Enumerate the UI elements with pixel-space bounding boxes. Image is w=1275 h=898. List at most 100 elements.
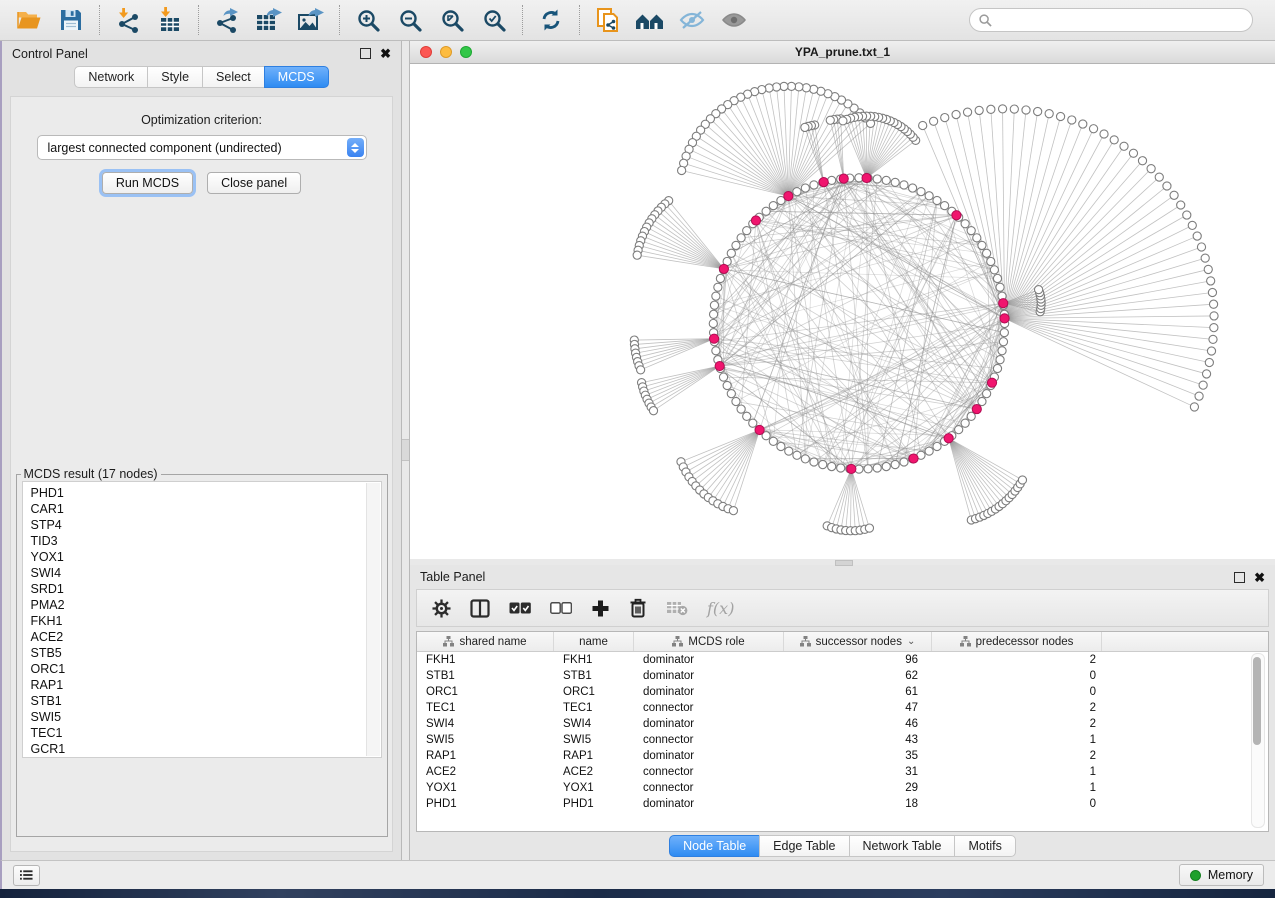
list-item[interactable]: PMA2 bbox=[31, 597, 381, 613]
table-row[interactable]: SWI5SWI5connector431 bbox=[417, 732, 1268, 748]
splitter-grip[interactable] bbox=[402, 439, 409, 461]
export-network-icon[interactable] bbox=[206, 3, 248, 37]
export-arrow-icon bbox=[224, 8, 239, 16]
list-item[interactable]: CAR1 bbox=[31, 501, 381, 517]
list-item[interactable]: FKH1 bbox=[31, 613, 381, 629]
add-column-icon[interactable] bbox=[591, 599, 610, 618]
control-panel-header: Control Panel ✖ bbox=[2, 41, 401, 66]
list-item[interactable]: GCR1 bbox=[31, 741, 381, 757]
tab-node-table[interactable]: Node Table bbox=[669, 835, 760, 857]
run-mcds-button[interactable]: Run MCDS bbox=[102, 172, 193, 194]
horizontal-splitter[interactable] bbox=[410, 559, 1275, 565]
tab-network[interactable]: Network bbox=[74, 66, 148, 88]
close-panel-icon[interactable]: ✖ bbox=[1254, 571, 1265, 584]
hide-selected-icon[interactable] bbox=[671, 3, 713, 37]
list-item[interactable]: TEC1 bbox=[31, 725, 381, 741]
zoom-out-icon[interactable] bbox=[389, 3, 431, 37]
import-table-icon[interactable] bbox=[149, 3, 191, 37]
refresh-view-icon[interactable] bbox=[530, 3, 572, 37]
list-item[interactable]: YOX1 bbox=[31, 549, 381, 565]
column-header-predecessor-nodes[interactable]: predecessor nodes bbox=[932, 632, 1102, 651]
mcds-panel-body: Optimization criterion: largest connecte… bbox=[10, 96, 393, 852]
export-table-icon[interactable] bbox=[248, 3, 290, 37]
list-item[interactable]: STP4 bbox=[31, 517, 381, 533]
table-panel-header: Table Panel ✖ bbox=[410, 565, 1275, 589]
tab-style[interactable]: Style bbox=[147, 66, 203, 88]
attribute-icon bbox=[960, 636, 971, 647]
zoom-fit-icon[interactable] bbox=[431, 3, 473, 37]
tab-edge-table[interactable]: Edge Table bbox=[759, 835, 849, 857]
network-canvas[interactable] bbox=[410, 64, 1275, 559]
tab-mcds[interactable]: MCDS bbox=[264, 66, 329, 88]
close-window-icon[interactable] bbox=[420, 46, 432, 58]
list-scrollbar[interactable] bbox=[366, 483, 380, 756]
table-panel-title: Table Panel bbox=[420, 570, 485, 584]
splitter-grip[interactable] bbox=[835, 560, 853, 566]
table-row[interactable]: STB1STB1dominator620 bbox=[417, 668, 1268, 684]
network-window-titlebar[interactable]: YPA_prune.txt_1 bbox=[410, 41, 1275, 64]
delete-table-icon[interactable] bbox=[666, 600, 688, 616]
list-item[interactable]: STB5 bbox=[31, 645, 381, 661]
table-toolbar: f(x) bbox=[416, 589, 1269, 627]
tab-network-table[interactable]: Network Table bbox=[849, 835, 956, 857]
table-scrollbar[interactable] bbox=[1251, 653, 1265, 828]
clear-checkboxes-icon[interactable] bbox=[550, 602, 572, 614]
open-file-icon[interactable] bbox=[8, 3, 50, 37]
column-header-name[interactable]: name bbox=[554, 632, 634, 651]
criterion-selected-value: largest connected component (undirected) bbox=[38, 141, 347, 155]
column-header-mcds-role[interactable]: MCDS role bbox=[634, 632, 784, 651]
close-panel-icon[interactable]: ✖ bbox=[380, 47, 391, 60]
split-columns-icon[interactable] bbox=[470, 599, 490, 618]
search-input[interactable] bbox=[998, 12, 1243, 28]
memory-button[interactable]: Memory bbox=[1179, 864, 1264, 886]
mcds-result-list[interactable]: PHD1 CAR1 STP4 TID3 YOX1 SWI4 SRD1 PMA2 … bbox=[22, 481, 382, 758]
import-network-icon[interactable] bbox=[107, 3, 149, 37]
column-header-successor-nodes[interactable]: successor nodes⌄ bbox=[784, 632, 932, 651]
list-item[interactable]: PHD1 bbox=[31, 485, 381, 501]
list-item[interactable]: TID3 bbox=[31, 533, 381, 549]
delete-column-icon[interactable] bbox=[629, 598, 647, 618]
table-row[interactable]: SWI4SWI4dominator462 bbox=[417, 716, 1268, 732]
list-item[interactable]: SWI4 bbox=[31, 565, 381, 581]
toolbar-separator bbox=[198, 5, 199, 35]
select-all-checkboxes-icon[interactable] bbox=[509, 602, 531, 614]
table-row[interactable]: ORC1ORC1dominator610 bbox=[417, 684, 1268, 700]
list-item[interactable]: STB1 bbox=[31, 693, 381, 709]
toolbar-separator bbox=[522, 5, 523, 35]
function-builder-icon[interactable]: f(x) bbox=[707, 599, 734, 618]
list-item[interactable]: ORC1 bbox=[31, 661, 381, 677]
save-session-icon[interactable] bbox=[50, 3, 92, 37]
criterion-select[interactable]: largest connected component (undirected) bbox=[37, 135, 367, 160]
show-panel-list-icon[interactable] bbox=[13, 865, 40, 886]
list-item[interactable]: SWI5 bbox=[31, 709, 381, 725]
close-panel-button[interactable]: Close panel bbox=[207, 172, 301, 194]
network-graph[interactable] bbox=[410, 64, 1275, 559]
gear-icon[interactable] bbox=[432, 599, 451, 618]
vertical-splitter[interactable] bbox=[401, 41, 410, 860]
minimize-window-icon[interactable] bbox=[440, 46, 452, 58]
zoom-in-icon[interactable] bbox=[347, 3, 389, 37]
list-item[interactable]: RAP1 bbox=[31, 677, 381, 693]
zoom-selected-icon[interactable] bbox=[473, 3, 515, 37]
table-row[interactable]: FKH1FKH1dominator962 bbox=[417, 652, 1268, 668]
show-all-icon[interactable] bbox=[713, 3, 755, 37]
float-panel-icon[interactable] bbox=[360, 48, 371, 59]
column-header-shared-name[interactable]: shared name bbox=[417, 632, 554, 651]
table-row[interactable]: PHD1PHD1dominator180 bbox=[417, 796, 1268, 812]
maximize-window-icon[interactable] bbox=[460, 46, 472, 58]
scrollbar-thumb[interactable] bbox=[1253, 657, 1261, 745]
table-row[interactable]: RAP1RAP1dominator352 bbox=[417, 748, 1268, 764]
tab-select[interactable]: Select bbox=[202, 66, 265, 88]
list-item[interactable]: SRD1 bbox=[31, 581, 381, 597]
control-panel-title: Control Panel bbox=[12, 47, 88, 61]
export-image-icon[interactable] bbox=[290, 3, 332, 37]
first-neighbors-icon[interactable] bbox=[629, 3, 671, 37]
list-item[interactable]: ACE2 bbox=[31, 629, 381, 645]
duplicate-network-icon[interactable] bbox=[587, 3, 629, 37]
tab-motifs[interactable]: Motifs bbox=[954, 835, 1015, 857]
float-panel-icon[interactable] bbox=[1234, 572, 1245, 583]
table-row[interactable]: YOX1YOX1connector291 bbox=[417, 780, 1268, 796]
table-row[interactable]: ACE2ACE2connector311 bbox=[417, 764, 1268, 780]
table-row[interactable]: TEC1TEC1connector472 bbox=[417, 700, 1268, 716]
main-toolbar bbox=[0, 0, 1275, 41]
